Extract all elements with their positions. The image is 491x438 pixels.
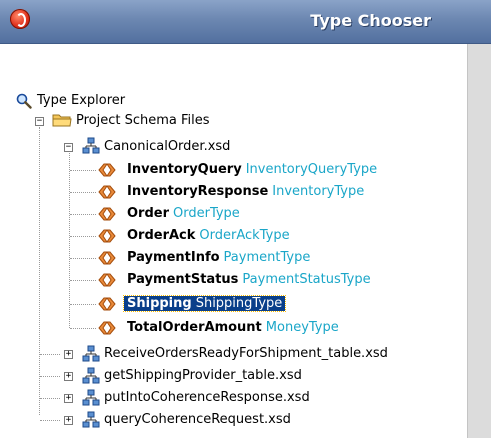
expand-toggle[interactable]: + [64,394,73,403]
schema-row[interactable]: + putIntoCoherenceResponse.xsd [0,388,467,408]
element-type: PaymentStatusType [242,272,371,287]
element-icon [98,207,116,221]
expand-toggle[interactable]: + [64,372,73,381]
element-label-wrap: InventoryResponse InventoryType [127,184,364,199]
schema-row[interactable]: + ReceiveOrdersReadyForShipment_table.xs… [0,344,467,364]
search-icon [16,93,32,109]
tree-schema-open[interactable]: CanonicalOrder.xsd [104,137,230,157]
element-label: Order OrderType [127,204,240,224]
expand-toggle[interactable]: + [64,416,73,425]
schema-icon [82,367,100,384]
element-name: InventoryResponse [127,184,269,199]
element-row[interactable]: TotalOrderAmount MoneyType [0,318,400,338]
element-name: Shipping [127,296,192,311]
element-label-wrap: Order OrderType [127,206,240,221]
schema-icon [82,345,100,362]
element-icon [98,185,116,199]
scrollbar-strip[interactable] [467,44,491,438]
element-name: OrderAck [127,228,196,243]
schema-open-label: CanonicalOrder.xsd [104,139,231,154]
schema-label-text: putIntoCoherenceResponse.xsd [104,390,310,405]
tree-root-label: Type Explorer [37,93,126,108]
element-label-wrap: InventoryQuery InventoryQueryType [127,162,377,177]
tree-folder-label: Project Schema Files [76,113,210,128]
element-row-selected[interactable]: Shipping ShippingType [0,294,400,314]
element-label-wrap: PaymentStatus PaymentStatusType [127,272,371,287]
schema-label: queryCoherenceRequest.xsd [104,410,291,430]
element-label: PaymentStatus PaymentStatusType [127,270,371,290]
element-label: InventoryResponse InventoryType [127,182,364,202]
element-label: OrderAck OrderAckType [127,226,290,246]
collapse-toggle-folder[interactable]: − [35,117,44,126]
element-type: OrderAckType [199,228,290,243]
element-icon [98,321,116,335]
schema-icon [82,389,100,406]
schema-row[interactable]: + queryCoherenceRequest.xsd [0,410,467,430]
schema-label-text: ReceiveOrdersReadyForShipment_table.xsd [104,346,388,361]
element-row[interactable]: PaymentInfo PaymentType [0,248,400,268]
element-type: OrderType [173,206,240,221]
schema-icon [82,137,100,154]
schema-icon [82,411,100,428]
element-label: InventoryQuery InventoryQueryType [127,160,377,180]
element-row[interactable]: OrderAck OrderAckType [0,226,400,246]
element-label: PaymentInfo PaymentType [127,248,310,268]
element-label-wrap: TotalOrderAmount MoneyType [127,320,339,335]
element-icon [98,163,116,177]
element-row[interactable]: PaymentStatus PaymentStatusType [0,270,400,290]
element-row[interactable]: Order OrderType [0,204,400,224]
element-row[interactable]: InventoryResponse InventoryType [0,182,400,202]
element-label-wrap: OrderAck OrderAckType [127,228,290,243]
element-label: TotalOrderAmount MoneyType [127,318,339,338]
type-tree: Type Explorer − Project Schema Files − C… [0,0,467,438]
element-name: PaymentInfo [127,250,220,265]
folder-icon [52,114,72,127]
element-icon [98,297,116,311]
collapse-toggle-schema[interactable]: − [64,143,73,152]
element-name: TotalOrderAmount [127,320,262,335]
element-name: PaymentStatus [127,272,239,287]
element-icon [98,273,116,287]
schema-label: putIntoCoherenceResponse.xsd [104,388,310,408]
schema-label-text: getShippingProvider_table.xsd [104,368,302,383]
element-type: MoneyType [265,320,339,335]
element-type: ShippingType [195,296,283,311]
element-name: Order [127,206,169,221]
element-label: Shipping ShippingType [122,294,287,314]
element-type: PaymentType [223,250,311,265]
schema-label: ReceiveOrdersReadyForShipment_table.xsd [104,344,388,364]
schema-label: getShippingProvider_table.xsd [104,366,302,386]
element-label-wrap: PaymentInfo PaymentType [127,250,310,265]
tree-folder[interactable]: Project Schema Files [76,111,210,131]
expand-toggle[interactable]: + [64,350,73,359]
element-icon [98,251,116,265]
element-name: InventoryQuery [127,162,242,177]
schema-row[interactable]: + getShippingProvider_table.xsd [0,366,467,386]
element-type: InventoryQueryType [245,162,378,177]
element-label-wrap: Shipping ShippingType [122,295,287,312]
element-type: InventoryType [272,184,365,199]
element-icon [98,229,116,243]
element-row[interactable]: InventoryQuery InventoryQueryType [0,160,400,180]
schema-label-text: queryCoherenceRequest.xsd [104,412,291,427]
tree-root[interactable]: Type Explorer [37,91,125,111]
